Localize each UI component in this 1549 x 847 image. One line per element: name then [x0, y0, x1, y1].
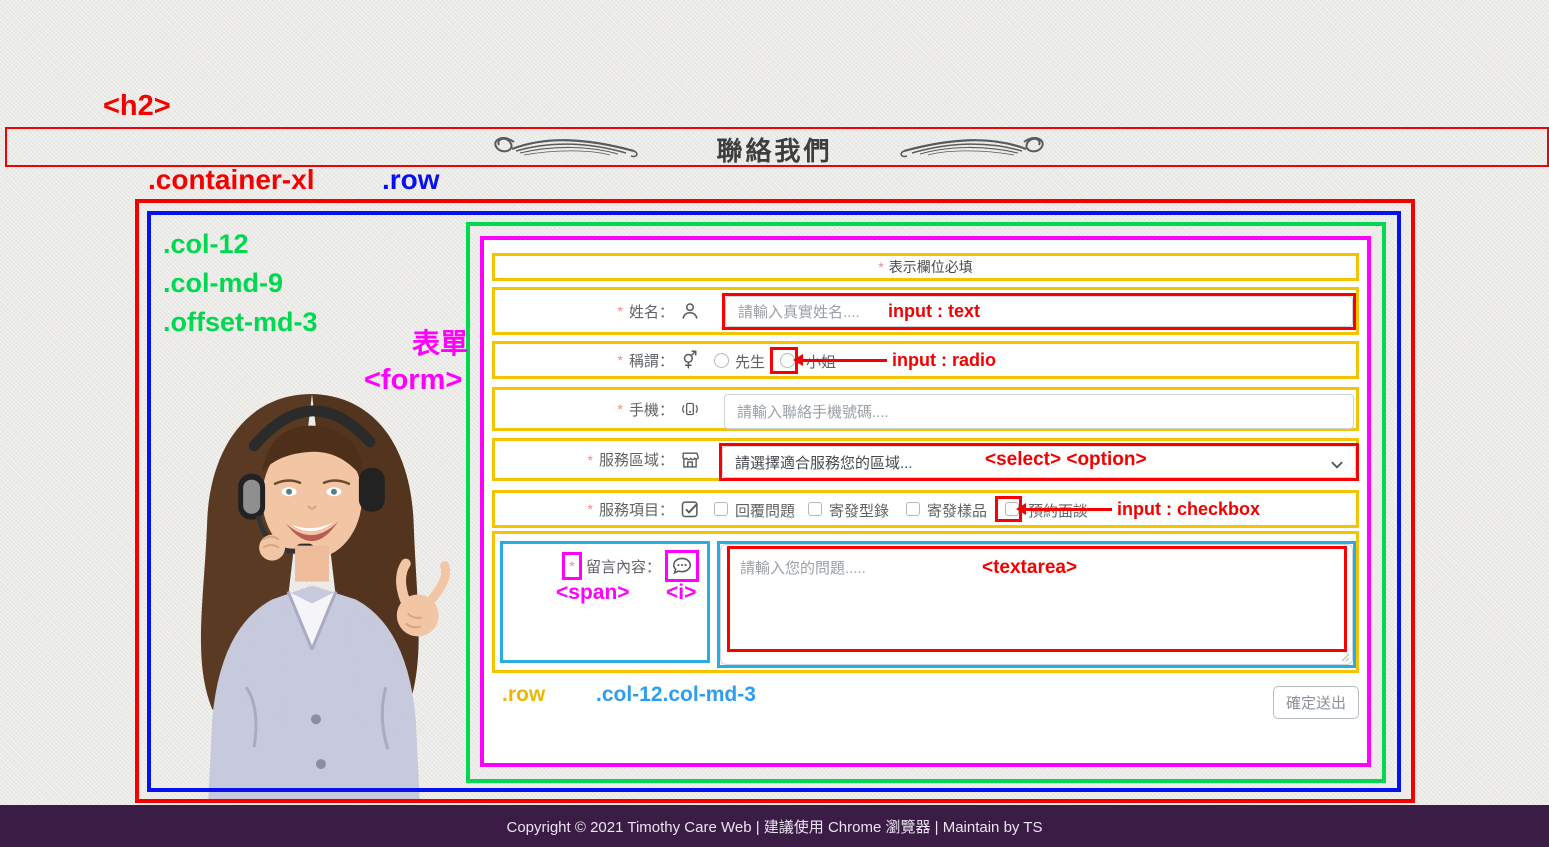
checkbox-arrow-line	[1024, 508, 1112, 511]
select-option-label: <select> <option>	[985, 449, 1147, 471]
message-label-col-box: * 留言內容： <span> <i>	[500, 541, 710, 663]
phone-placeholder: 請輸入聯絡手機號碼....	[737, 401, 889, 422]
textarea-annotation-box: 請輸入您的問題..... <textarea>	[727, 546, 1347, 652]
name-label: 姓名：	[629, 301, 674, 322]
form-tag-label: <form>	[364, 366, 462, 395]
col-md-9-label: .col-md-9	[163, 270, 283, 297]
person-icon	[680, 301, 700, 321]
radio-mr[interactable]	[714, 353, 729, 368]
checkbox-sample[interactable]	[906, 502, 920, 516]
col-12-label: .col-12	[163, 231, 249, 258]
input-checkbox-label: input : checkbox	[1117, 499, 1260, 520]
message-label: 留言內容：	[586, 556, 661, 577]
required-note-text: 表示欄位必填	[889, 257, 973, 277]
i-annotation-box	[665, 550, 699, 582]
radio-arrow-head	[793, 354, 803, 366]
salutation-star: *	[618, 352, 623, 368]
copyright-text: Copyright © 2021 Timothy Care Web | 建議使用…	[507, 816, 1043, 837]
checkbox-sample-label[interactable]: 寄發樣品	[927, 500, 987, 521]
phone-star: *	[618, 401, 623, 417]
radio-mr-label[interactable]: 先生	[735, 351, 765, 372]
name-placeholder: 請輸入真實姓名....	[738, 301, 860, 322]
form-word-label: 表單	[412, 330, 468, 358]
checkbox-reply[interactable]	[714, 502, 728, 516]
h2-tag-label: <h2>	[103, 92, 171, 121]
phone-input[interactable]: 請輸入聯絡手機號碼....	[724, 394, 1354, 429]
chat-dots-icon	[671, 555, 693, 577]
submit-button[interactable]: 確定送出	[1273, 686, 1359, 719]
required-star: *	[878, 259, 883, 275]
service-area-label: 服務區域：	[599, 449, 674, 470]
service-area-row: * 服務區域： 請選擇適合服務您的區域...	[492, 438, 1359, 481]
bottom-row-class-label: .row	[502, 684, 545, 705]
service-area-star: *	[588, 452, 593, 468]
page-title: 聯絡我們	[0, 131, 1549, 168]
checkbox-catalog-label[interactable]: 寄發型錄	[829, 500, 889, 521]
checkbox-arrow-head	[1016, 503, 1026, 515]
message-star: *	[569, 558, 574, 574]
service-items-star: *	[588, 501, 593, 517]
textarea-col-box: 請輸入您的問題..... <textarea>	[717, 541, 1356, 668]
span-annotation-box: *	[562, 552, 582, 580]
message-placeholder: 請輸入您的問題.....	[740, 557, 866, 578]
span-tag-label: <span>	[556, 582, 630, 603]
bottom-col-class-label: .col-12.col-md-3	[596, 684, 756, 705]
name-input[interactable]: 請輸入真實姓名....	[725, 296, 1353, 327]
input-text-annotation-box: 請輸入真實姓名....	[722, 293, 1356, 330]
row-class-label: .row	[382, 166, 440, 194]
chevron-down-icon[interactable]	[1330, 458, 1344, 472]
required-note-row: * 表示欄位必填	[492, 253, 1359, 281]
name-star: *	[618, 303, 623, 319]
salutation-label: 稱謂：	[629, 350, 674, 371]
checklist-icon	[680, 499, 700, 519]
gender-icon	[680, 350, 700, 370]
service-area-selected: 請選擇適合服務您的區域...	[735, 452, 913, 473]
checkbox-reply-label[interactable]: 回覆問題	[735, 500, 795, 521]
message-row: * 留言內容： <span> <i> 請輸入您的問題..... <textare…	[492, 531, 1359, 673]
footer: Copyright © 2021 Timothy Care Web | 建議使用…	[0, 805, 1549, 847]
page: 聯絡我們 <h2> .container-xl .row .col-12 .co…	[0, 0, 1549, 847]
textarea-tag-label: <textarea>	[982, 557, 1077, 579]
submit-button-label: 確定送出	[1286, 692, 1346, 713]
shop-icon	[680, 450, 700, 470]
input-text-label: input : text	[888, 301, 980, 322]
phone-vibrate-icon	[680, 399, 700, 419]
input-radio-label: input : radio	[892, 350, 996, 371]
service-items-label: 服務項目：	[599, 499, 674, 520]
i-tag-label: <i>	[666, 582, 696, 603]
resize-handle[interactable]	[1340, 652, 1350, 662]
radio-arrow-line	[801, 359, 887, 362]
phone-label: 手機：	[629, 399, 674, 420]
offset-md-3-label: .offset-md-3	[163, 309, 318, 336]
container-class-label: .container-xl	[148, 166, 314, 194]
phone-row: * 手機： 請輸入聯絡手機號碼....	[492, 387, 1359, 431]
checkbox-catalog[interactable]	[808, 502, 822, 516]
